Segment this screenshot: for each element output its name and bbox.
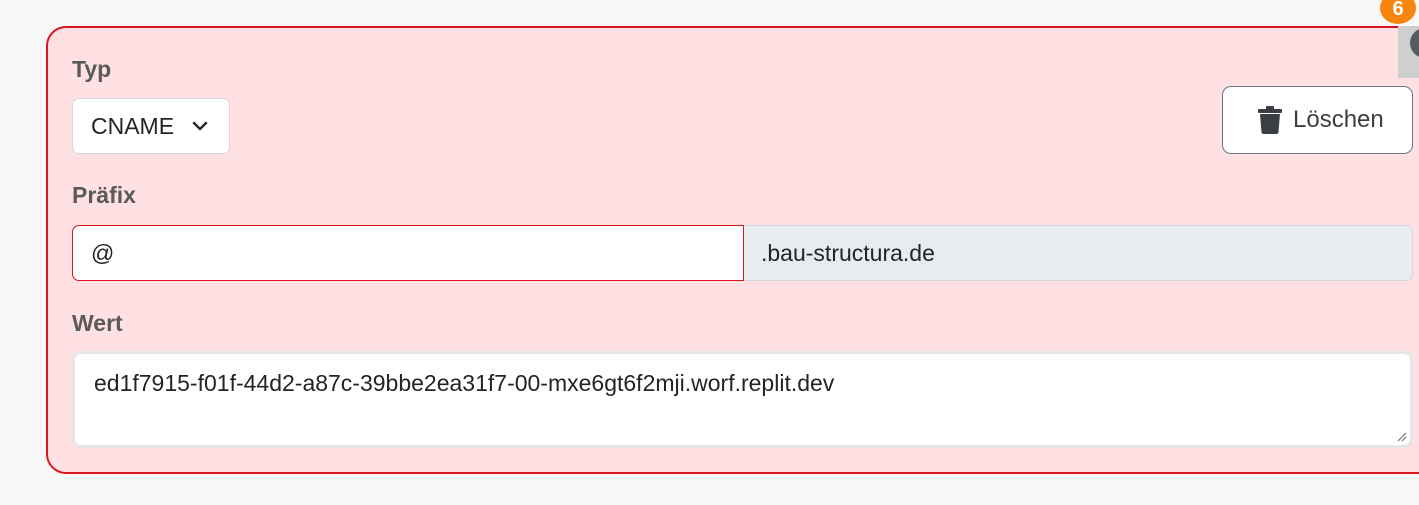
type-label: Typ: [72, 56, 112, 82]
chevron-down-icon: [192, 121, 208, 131]
trash-icon: [1258, 106, 1282, 134]
value-textarea[interactable]: ed1f7915-f01f-44d2-a87c-39bbe2ea31f7-00-…: [72, 351, 1413, 448]
domain-suffix-text: .bau-structura.de: [761, 239, 935, 266]
notification-badge: 6: [1380, 0, 1416, 24]
domain-suffix-addon: .bau-structura.de: [744, 225, 1413, 281]
prefix-label: Präfix: [72, 182, 136, 208]
prefix-input-value: @: [91, 239, 115, 266]
type-select[interactable]: CNAME: [72, 98, 230, 154]
prefix-input[interactable]: @: [72, 225, 744, 281]
delete-button[interactable]: Löschen: [1222, 86, 1413, 154]
delete-button-label: Löschen: [1293, 106, 1384, 133]
type-select-value: CNAME: [91, 112, 175, 139]
value-textarea-text: ed1f7915-f01f-44d2-a87c-39bbe2ea31f7-00-…: [94, 370, 835, 396]
value-label: Wert: [72, 310, 123, 336]
resize-grip-icon[interactable]: [1395, 430, 1407, 442]
